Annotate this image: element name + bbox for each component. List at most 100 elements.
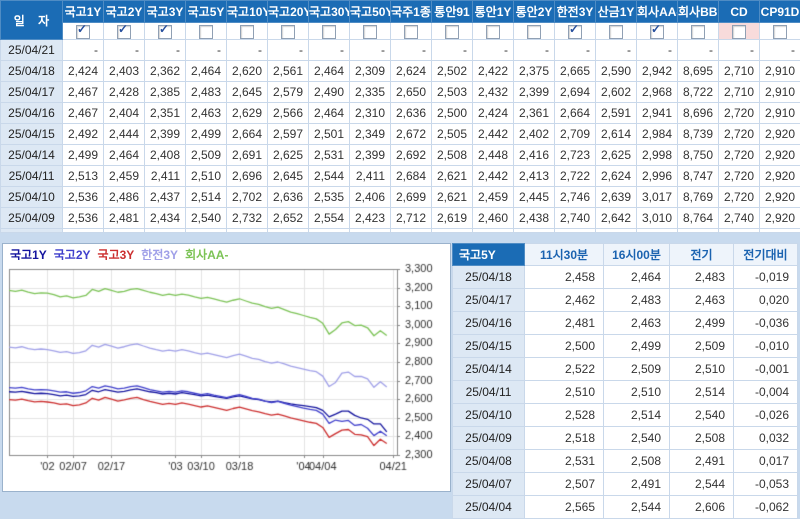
rate-cell: 2,463 — [186, 103, 227, 124]
rate-cell: 2,459 — [473, 187, 514, 208]
rate-cell: 2,403 — [104, 61, 145, 82]
column-header-한전3Y[interactable]: 한전3Y — [555, 1, 596, 23]
column-header-통안1Y[interactable]: 통안1Y — [473, 1, 514, 23]
rate-cell: 2,998 — [637, 145, 678, 166]
column-header-국고30Y[interactable]: 국고30Y — [309, 1, 350, 23]
series-checkbox-국고10Y[interactable] — [240, 25, 254, 39]
rate-cell: 2,652 — [268, 208, 309, 229]
checkbox-cell — [719, 23, 760, 40]
series-checkbox-국고50Y[interactable] — [363, 25, 377, 39]
rate-cell: 2,424 — [473, 103, 514, 124]
series-checkbox-국고5Y[interactable] — [199, 25, 213, 39]
detail-column-header[interactable]: 11시30분 — [525, 244, 604, 266]
row-date: 25/04/04 — [453, 496, 525, 519]
column-header-국고3Y[interactable]: 국고3Y — [145, 1, 186, 23]
rate-cell: - — [227, 40, 268, 61]
detail-value-cell: 2,491 — [670, 450, 734, 473]
detail-value-cell: 2,509 — [670, 335, 734, 358]
rates-table: 일 자국고1Y국고2Y국고3Y국고5Y국고10Y국고20Y국고30Y국고50Y국… — [0, 0, 800, 233]
detail-value-cell: 2,510 — [670, 358, 734, 381]
rate-cell: 2,665 — [555, 61, 596, 82]
series-checkbox-국고1Y[interactable]: ✓ — [76, 25, 90, 39]
detail-column-header[interactable]: 전기대비 — [734, 244, 798, 266]
column-header-CP91D[interactable]: CP91D — [760, 1, 800, 23]
rate-cell: 2,672 — [391, 124, 432, 145]
column-header-국주1종[interactable]: 국주1종 — [391, 1, 432, 23]
column-header-통안2Y[interactable]: 통안2Y — [514, 1, 555, 23]
detail-value-cell: 2,491 — [604, 473, 670, 496]
series-checkbox-국고3Y[interactable]: ✓ — [158, 25, 172, 39]
column-header-국고10Y[interactable]: 국고10Y — [227, 1, 268, 23]
rate-cell: 8,769 — [678, 187, 719, 208]
series-checkbox-통안2Y[interactable] — [527, 25, 541, 39]
column-header-국고2Y[interactable]: 국고2Y — [104, 1, 145, 23]
rate-cell: 2,411 — [350, 166, 391, 187]
row-date: 25/04/21 — [1, 40, 63, 61]
series-checkbox-CD[interactable] — [732, 25, 746, 39]
table-row: 25/04/042,5652,5442,606-0,062 — [453, 496, 798, 519]
empty-cell — [268, 229, 309, 233]
column-header-CD[interactable]: CD — [719, 1, 760, 23]
empty-cell — [760, 229, 800, 233]
series-checkbox-통안1Y[interactable] — [486, 25, 500, 39]
series-checkbox-회사AA-[interactable]: ✓ — [650, 25, 664, 39]
detail-value-cell: 2,500 — [525, 335, 604, 358]
series-checkbox-국주1종[interactable] — [404, 25, 418, 39]
column-header-국고5Y[interactable]: 국고5Y — [186, 1, 227, 23]
rate-cell: - — [104, 40, 145, 61]
rate-cell: 2,460 — [473, 208, 514, 229]
series-checkbox-국고2Y[interactable]: ✓ — [117, 25, 131, 39]
rate-cell: 2,399 — [350, 145, 391, 166]
series-checkbox-국고30Y[interactable] — [322, 25, 336, 39]
empty-cell — [145, 229, 186, 233]
row-date: 25/04/18 — [1, 61, 63, 82]
rate-cell: 2,591 — [596, 103, 637, 124]
series-checkbox-CP91D[interactable] — [773, 25, 787, 39]
detail-column-header[interactable]: 16시00분 — [604, 244, 670, 266]
rate-cell: 2,723 — [555, 145, 596, 166]
detail-value-cell: 2,463 — [604, 312, 670, 335]
column-header-국고20Y[interactable]: 국고20Y — [268, 1, 309, 23]
rate-cell: 2,720 — [719, 145, 760, 166]
column-header-국고50Y[interactable]: 국고50Y — [350, 1, 391, 23]
detail-value-cell: 2,528 — [525, 404, 604, 427]
row-date: 25/04/16 — [1, 103, 63, 124]
row-date: 25/04/10 — [1, 187, 63, 208]
series-checkbox-국고20Y[interactable] — [281, 25, 295, 39]
series-checkbox-통안91[interactable] — [445, 25, 459, 39]
rate-cell: 8,750 — [678, 145, 719, 166]
detail-value-cell: 2,531 — [525, 450, 604, 473]
series-checkbox-한전3Y[interactable]: ✓ — [568, 25, 582, 39]
column-header-산금1Y[interactable]: 산금1Y — [596, 1, 637, 23]
column-header-통안91[interactable]: 통안91 — [432, 1, 473, 23]
rate-cell: - — [268, 40, 309, 61]
rate-cell: 2,510 — [186, 166, 227, 187]
detail-series-header[interactable]: 국고5Y — [453, 244, 525, 266]
rate-cell: 2,566 — [268, 103, 309, 124]
column-header-회사BBB-[interactable]: 회사BBB- — [678, 1, 719, 23]
rate-cell: 2,910 — [760, 103, 800, 124]
row-date: 25/04/08 — [453, 450, 525, 473]
rate-cell: 2,691 — [227, 145, 268, 166]
date-column-header[interactable]: 일 자 — [1, 1, 63, 40]
column-header-국고1Y[interactable]: 국고1Y — [63, 1, 104, 23]
column-header-회사AA-[interactable]: 회사AA- — [637, 1, 678, 23]
series-checkbox-회사BBB-[interactable] — [691, 25, 705, 39]
series-checkbox-산금1Y[interactable] — [609, 25, 623, 39]
rate-cell: 2,984 — [637, 124, 678, 145]
rate-cell: 2,712 — [391, 208, 432, 229]
detail-column-header[interactable]: 전기 — [670, 244, 734, 266]
rate-cell: 2,597 — [268, 124, 309, 145]
gukgo5y-detail-table: 국고5Y11시30분16시00분전기전기대비25/04/182,4582,464… — [452, 243, 798, 519]
rate-cell: 2,602 — [596, 82, 637, 103]
rate-cell: - — [432, 40, 473, 61]
rate-cell: 2,459 — [104, 166, 145, 187]
empty-cell — [678, 229, 719, 233]
rate-cell: 2,423 — [350, 208, 391, 229]
table-row: 25/04/082,5312,5082,4910,017 — [453, 450, 798, 473]
rate-cell: 2,361 — [514, 103, 555, 124]
empty-cell — [432, 229, 473, 233]
rate-cell: 2,464 — [309, 103, 350, 124]
rate-cell: 2,620 — [227, 61, 268, 82]
detail-value-cell: 2,510 — [604, 381, 670, 404]
